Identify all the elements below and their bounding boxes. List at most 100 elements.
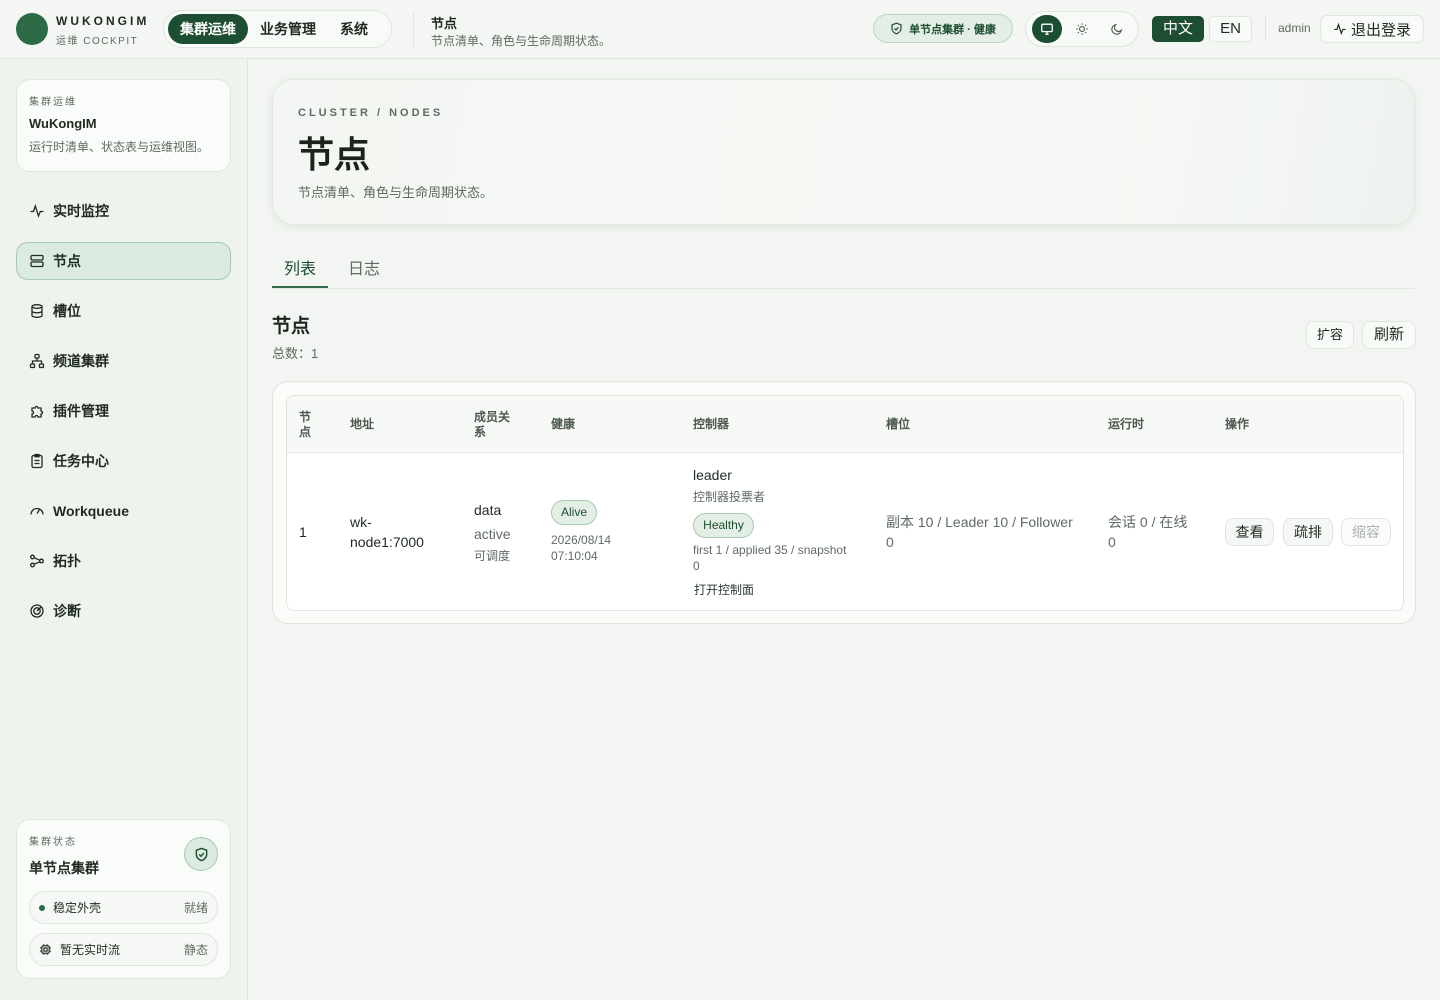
membership-state: active xyxy=(474,526,511,542)
col-slots: 槽位 xyxy=(886,417,911,431)
col-runtime: 运行时 xyxy=(1108,417,1145,431)
brand-subtitle: 运维 COCKPIT xyxy=(56,36,139,47)
open-control-plane-link[interactable]: 打开控制面 xyxy=(694,580,754,600)
workspace-card: 集群运维 WuKongIM 运行时清单、状态表与运维视图。 xyxy=(16,79,231,172)
divider xyxy=(1265,16,1266,42)
slots-summary: 副本 10 / Leader 10 / Follower 0 xyxy=(886,514,1073,550)
tab-list[interactable]: 列表 xyxy=(284,255,316,279)
clipboard-icon xyxy=(31,453,43,469)
sidebar-item-label: 任务中心 xyxy=(53,453,109,469)
sidebar-item-channel-cluster[interactable]: 频道集群 xyxy=(16,342,231,380)
shield-check-icon xyxy=(891,22,902,35)
controller-role: leader xyxy=(693,467,732,483)
sidebar-item-topology[interactable]: 拓扑 xyxy=(16,542,231,580)
page-description: 节点清单、角色与生命周期状态。 xyxy=(298,185,494,200)
sidebar-item-monitor[interactable]: 实时监控 xyxy=(16,192,231,230)
divider xyxy=(413,12,414,46)
theme-switcher xyxy=(1025,11,1139,47)
scale-in-button[interactable]: 缩容 xyxy=(1341,518,1391,546)
sidebar-item-label: 频道集群 xyxy=(53,353,109,369)
col-controller: 控制器 xyxy=(693,417,730,431)
col-health: 健康 xyxy=(551,417,576,431)
main-nav: 集群运维 业务管理 系统 xyxy=(163,10,392,48)
tab-logs[interactable]: 日志 xyxy=(348,255,380,279)
sidebar-item-slots[interactable]: 槽位 xyxy=(16,292,231,330)
page-header-subtitle: 节点清单、角色与生命周期状态。 xyxy=(431,34,612,48)
logout-button[interactable]: 退出登录 xyxy=(1320,15,1424,43)
sidebar-item-label: 插件管理 xyxy=(53,403,109,419)
status-row-label: 稳定外壳 xyxy=(53,901,102,915)
sidebar-item-label: Workqueue xyxy=(53,503,129,519)
cluster-health-chip: 单节点集群 · 健康 xyxy=(873,14,1013,43)
col-address: 地址 xyxy=(350,417,375,431)
topology-icon xyxy=(30,554,44,568)
status-row-label: 暂无实时流 xyxy=(60,943,121,957)
shield-check-icon xyxy=(195,847,207,861)
cluster-status-card: 集群状态 单节点集群 稳定外壳 就绪 暂无实时流 静态 xyxy=(16,819,231,979)
table-header: 节 点 地址 成员关 系 健康 控制器 槽位 运行时 操作 xyxy=(287,396,1403,453)
sidebar-item-label: 槽位 xyxy=(53,303,81,319)
theme-system-button[interactable] xyxy=(1031,15,1062,43)
monitor-icon xyxy=(1040,23,1053,35)
runtime-summary: 会话 0 / 在线 0 xyxy=(1108,514,1188,550)
active-tab-indicator xyxy=(272,286,328,288)
node-address: wk- node1:7000 xyxy=(350,514,424,550)
view-button[interactable]: 查看 xyxy=(1225,518,1274,546)
side-nav: 实时监控 节点 槽位 频道集群 插件管理 任务中心 Workqueue 拓扑 诊… xyxy=(16,192,231,642)
sidebar-item-label: 拓扑 xyxy=(53,553,81,569)
page-title: 节点 xyxy=(298,134,371,175)
theme-dark-button[interactable] xyxy=(1102,15,1132,43)
sidebar: 集群运维 WuKongIM 运行时清单、状态表与运维视图。 实时监控 节点 槽位… xyxy=(0,59,248,1000)
refresh-button[interactable]: 刷新 xyxy=(1362,321,1416,349)
gauge-icon xyxy=(30,507,44,515)
status-row-stream: 暂无实时流 静态 xyxy=(29,933,218,966)
top-bar: WUKONGIM 运维 COCKPIT 集群运维 业务管理 系统 节点 节点清单… xyxy=(0,0,1440,59)
puzzle-icon xyxy=(31,405,44,418)
activity-icon xyxy=(1334,22,1346,36)
drain-button[interactable]: 疏排 xyxy=(1283,518,1333,546)
user-name: admin xyxy=(1278,21,1311,35)
health-status-badge: Alive xyxy=(551,500,597,525)
lang-en-button[interactable]: EN xyxy=(1209,16,1252,42)
logo xyxy=(16,13,48,45)
cluster-status-badge xyxy=(184,837,218,871)
scale-out-button[interactable]: 扩容 xyxy=(1306,321,1354,349)
status-row-shell: 稳定外壳 就绪 xyxy=(29,891,218,924)
controller-description: 控制器投票者 xyxy=(693,490,766,504)
logout-label: 退出登录 xyxy=(1350,21,1411,39)
controller-raft-info: first 1 / applied 35 / snapshot 0 xyxy=(693,543,847,573)
status-row-value: 静态 xyxy=(183,943,208,957)
radar-icon xyxy=(30,604,44,618)
sun-icon xyxy=(1076,23,1088,35)
sidebar-item-tasks[interactable]: 任务中心 xyxy=(16,442,231,480)
col-node: 节 点 xyxy=(299,410,312,439)
health-chip-label: 单节点集群 · 健康 xyxy=(909,23,996,36)
health-timestamp: 2026/08/14 07:10:04 xyxy=(551,533,612,563)
sidebar-item-diagnosis[interactable]: 诊断 xyxy=(16,592,231,630)
section-title: 节点 xyxy=(272,316,311,337)
sidebar-item-workqueue[interactable]: Workqueue xyxy=(16,492,231,530)
sidebar-item-label: 诊断 xyxy=(53,603,81,619)
col-membership: 成员关 系 xyxy=(474,410,511,439)
main-nav-system[interactable]: 系统 xyxy=(328,14,380,44)
page-header-title: 节点 xyxy=(431,16,458,31)
total-count: 总数：1 xyxy=(272,346,319,361)
tab-bar: 列表 日志 xyxy=(272,246,1415,289)
sidebar-item-nodes[interactable]: 节点 xyxy=(16,242,231,280)
sidebar-item-label: 实时监控 xyxy=(53,203,109,219)
theme-light-button[interactable] xyxy=(1067,15,1097,43)
chip-icon xyxy=(40,944,51,955)
workspace-description: 运行时清单、状态表与运维视图。 xyxy=(29,140,210,154)
nodes-table: 节 点 地址 成员关 系 健康 控制器 槽位 运行时 操作 1 wk- node… xyxy=(286,395,1404,611)
lang-zh-button[interactable]: 中文 xyxy=(1152,16,1204,42)
workspace-eyebrow: 集群运维 xyxy=(29,97,77,108)
main-nav-cluster-ops[interactable]: 集群运维 xyxy=(168,14,248,44)
network-icon xyxy=(29,353,45,369)
controller-health-badge: Healthy xyxy=(693,513,754,538)
membership-role: data xyxy=(474,502,502,518)
status-row-value: 就绪 xyxy=(183,901,208,915)
membership-note: 可调度 xyxy=(474,549,511,563)
hero-banner: CLUSTER / NODES 节点 节点清单、角色与生命周期状态。 xyxy=(272,79,1415,225)
main-nav-business[interactable]: 业务管理 xyxy=(248,14,328,44)
sidebar-item-plugins[interactable]: 插件管理 xyxy=(16,392,231,430)
